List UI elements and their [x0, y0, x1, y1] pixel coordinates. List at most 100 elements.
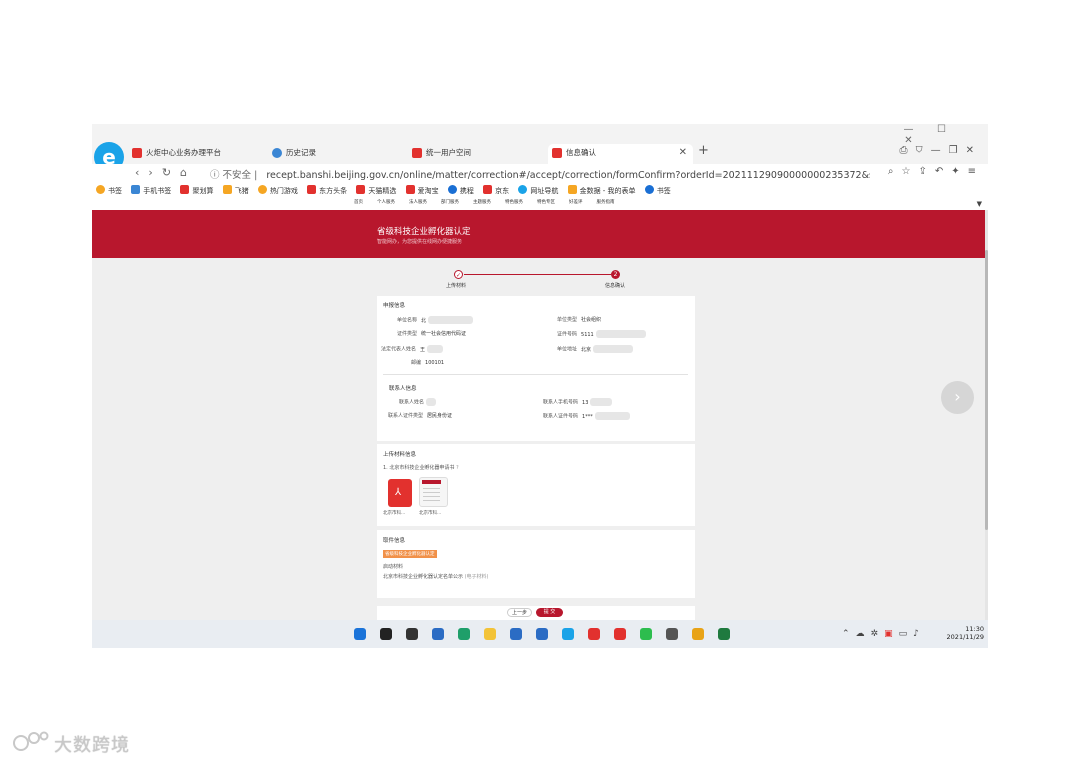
subnav-item[interactable]: 法人服务 [409, 200, 427, 205]
bookmark-label: 天猫精选 [368, 187, 397, 195]
tab-favicon-icon [552, 148, 562, 158]
help-icon[interactable]: ? [456, 465, 459, 471]
tab-close-icon[interactable]: ✕ [679, 144, 687, 162]
submit-button[interactable]: 提 交 [536, 608, 563, 617]
forward-icon[interactable]: › [148, 166, 161, 179]
home-icon[interactable]: ⌂ [180, 166, 196, 179]
bookmark-item[interactable]: 东方头条 [307, 183, 347, 199]
clock-app-icon[interactable] [536, 628, 548, 640]
subnav-item[interactable]: 好差评 [569, 200, 583, 205]
undo-icon[interactable]: ↶ [935, 166, 951, 177]
watermark-text: 大数跨境 [54, 735, 130, 756]
clock-time: 11:30 [965, 625, 984, 633]
star-icon[interactable]: ☆ [901, 166, 918, 177]
subnav-item[interactable]: 服务指南 [597, 200, 615, 205]
field-label: 联系人证件类型 [388, 413, 424, 419]
close-icon[interactable]: ✕ [966, 145, 982, 156]
tab-user-space[interactable]: 统一用户空间 [408, 144, 544, 164]
section-heading: 上传材料信息 [383, 452, 417, 458]
tab-torch-center[interactable]: 火炬中心业务办理平台 [128, 144, 264, 164]
minimize-icon[interactable]: — [931, 145, 949, 156]
volume-icon[interactable]: ♪ [913, 629, 925, 639]
browser-icon[interactable] [562, 628, 574, 640]
document-thumbnail[interactable] [419, 477, 448, 507]
app-tray-icon[interactable]: ▣ [884, 629, 899, 639]
file-explorer-icon[interactable] [484, 628, 496, 640]
bookmark-label: 携程 [459, 187, 474, 195]
pdf-file-icon[interactable]: ⅄ [388, 479, 412, 507]
divider [383, 374, 688, 375]
contact-id-no-field: 联系人证件号码 1*** [543, 412, 630, 420]
bookmark-item[interactable]: 天猫精选 [356, 183, 396, 199]
subnav-item[interactable]: 特色专区 [537, 200, 555, 205]
bookmark-item[interactable]: 爱淘宝 [405, 183, 439, 199]
page-banner: 省级科技企业孵化器认定 智能网办，为您提供在线网办便捷服务 [92, 210, 985, 258]
taskbar-clock[interactable]: 11:30 2021/11/29 [947, 625, 984, 641]
task-view-icon[interactable] [406, 628, 418, 640]
bookmark-icon [131, 185, 141, 194]
subnav-item[interactable]: 部门服务 [441, 200, 459, 205]
extension-icon[interactable]: ✦ [951, 166, 967, 177]
wechat-icon[interactable] [640, 628, 652, 640]
insecure-indicator[interactable]: ⓘ 不安全 | [210, 170, 257, 181]
subnav-item[interactable]: 首页 [354, 200, 363, 205]
tab-history[interactable]: 历史记录 [268, 144, 404, 164]
insecure-label: 不安全 [222, 170, 252, 181]
bookmark-icon [447, 185, 457, 194]
widgets-icon[interactable] [432, 628, 444, 640]
chevron-up-icon[interactable]: ⌃ [842, 629, 856, 639]
bookmark-item[interactable]: 飞猪 [222, 183, 249, 199]
shield-icon[interactable]: ⛉ [915, 145, 930, 156]
subnav-item[interactable]: 个人服务 [377, 200, 395, 205]
next-arrow-icon[interactable]: › [941, 381, 974, 414]
page-scrollbar[interactable] [985, 210, 988, 620]
new-tab-button[interactable]: + [698, 143, 709, 158]
scroll-down-icon[interactable]: ▼ [977, 200, 982, 208]
monitor-icon[interactable]: ▭ [899, 629, 914, 639]
scrollbar-thumb[interactable] [985, 250, 988, 530]
url-field[interactable]: ⓘ 不安全 | recept.banshi.beijing.gov.cn/onl… [210, 167, 870, 181]
bookmark-label: 聚划算 [192, 187, 214, 195]
app-icon[interactable] [588, 628, 600, 640]
minimize-button[interactable]: — [892, 124, 925, 135]
share-icon[interactable]: ⇪ [918, 166, 934, 177]
settings-icon[interactable] [666, 628, 678, 640]
windows-start-icon[interactable] [354, 628, 366, 640]
back-icon[interactable]: ‹ [135, 166, 148, 179]
bookmark-item[interactable]: 书签 [644, 183, 671, 199]
reload-icon[interactable]: ↻ [162, 166, 180, 179]
bookmark-item[interactable]: 热门游戏 [257, 183, 298, 199]
maximize-button[interactable]: ☐ [925, 124, 958, 135]
thumbnail-line [423, 500, 440, 501]
bookmark-item[interactable]: 金数据 - 我的表单 [567, 183, 636, 199]
chrome-icon[interactable] [692, 628, 704, 640]
bookmark-item[interactable]: 携程 [447, 183, 474, 199]
menu-icon[interactable]: ≡ [968, 166, 984, 177]
restore-icon[interactable]: ❐ [949, 145, 966, 156]
prev-step-button[interactable]: 上一步 [507, 608, 532, 617]
bookmark-label: 京东 [495, 187, 510, 195]
bookmark-item[interactable]: 聚划算 [180, 183, 213, 199]
settings-tray-icon[interactable]: ✲ [871, 629, 885, 639]
print-icon[interactable]: ⎙ [899, 145, 915, 156]
result-line: 启动材料 [383, 564, 404, 570]
window-controls: — ☐✕ [892, 124, 988, 146]
subnav-item[interactable]: 主题服务 [473, 200, 491, 205]
system-tray: ⌃☁✲▣▭♪ [842, 629, 925, 639]
field-label: 单位地址 [557, 346, 578, 353]
mail-icon[interactable] [510, 628, 522, 640]
search-icon[interactable] [380, 628, 392, 640]
office-icon[interactable] [614, 628, 626, 640]
field-value: 1*** [582, 413, 593, 420]
bookmark-item[interactable]: 书签 [96, 183, 122, 199]
subnav-item[interactable]: 特色服务 [505, 200, 523, 205]
excel-icon[interactable] [718, 628, 730, 640]
cloud-icon[interactable]: ☁ [856, 629, 871, 639]
bookmark-label: 网址导航 [530, 187, 559, 195]
edge-icon[interactable] [458, 628, 470, 640]
zoom-icon[interactable]: ⌕ [888, 166, 902, 177]
tab-info-confirm[interactable]: 信息确认 ✕ [548, 144, 693, 164]
bookmark-item[interactable]: 京东 [483, 183, 509, 199]
bookmark-item[interactable]: 网址导航 [518, 183, 558, 199]
bookmark-item[interactable]: 手机书签 [131, 183, 171, 199]
